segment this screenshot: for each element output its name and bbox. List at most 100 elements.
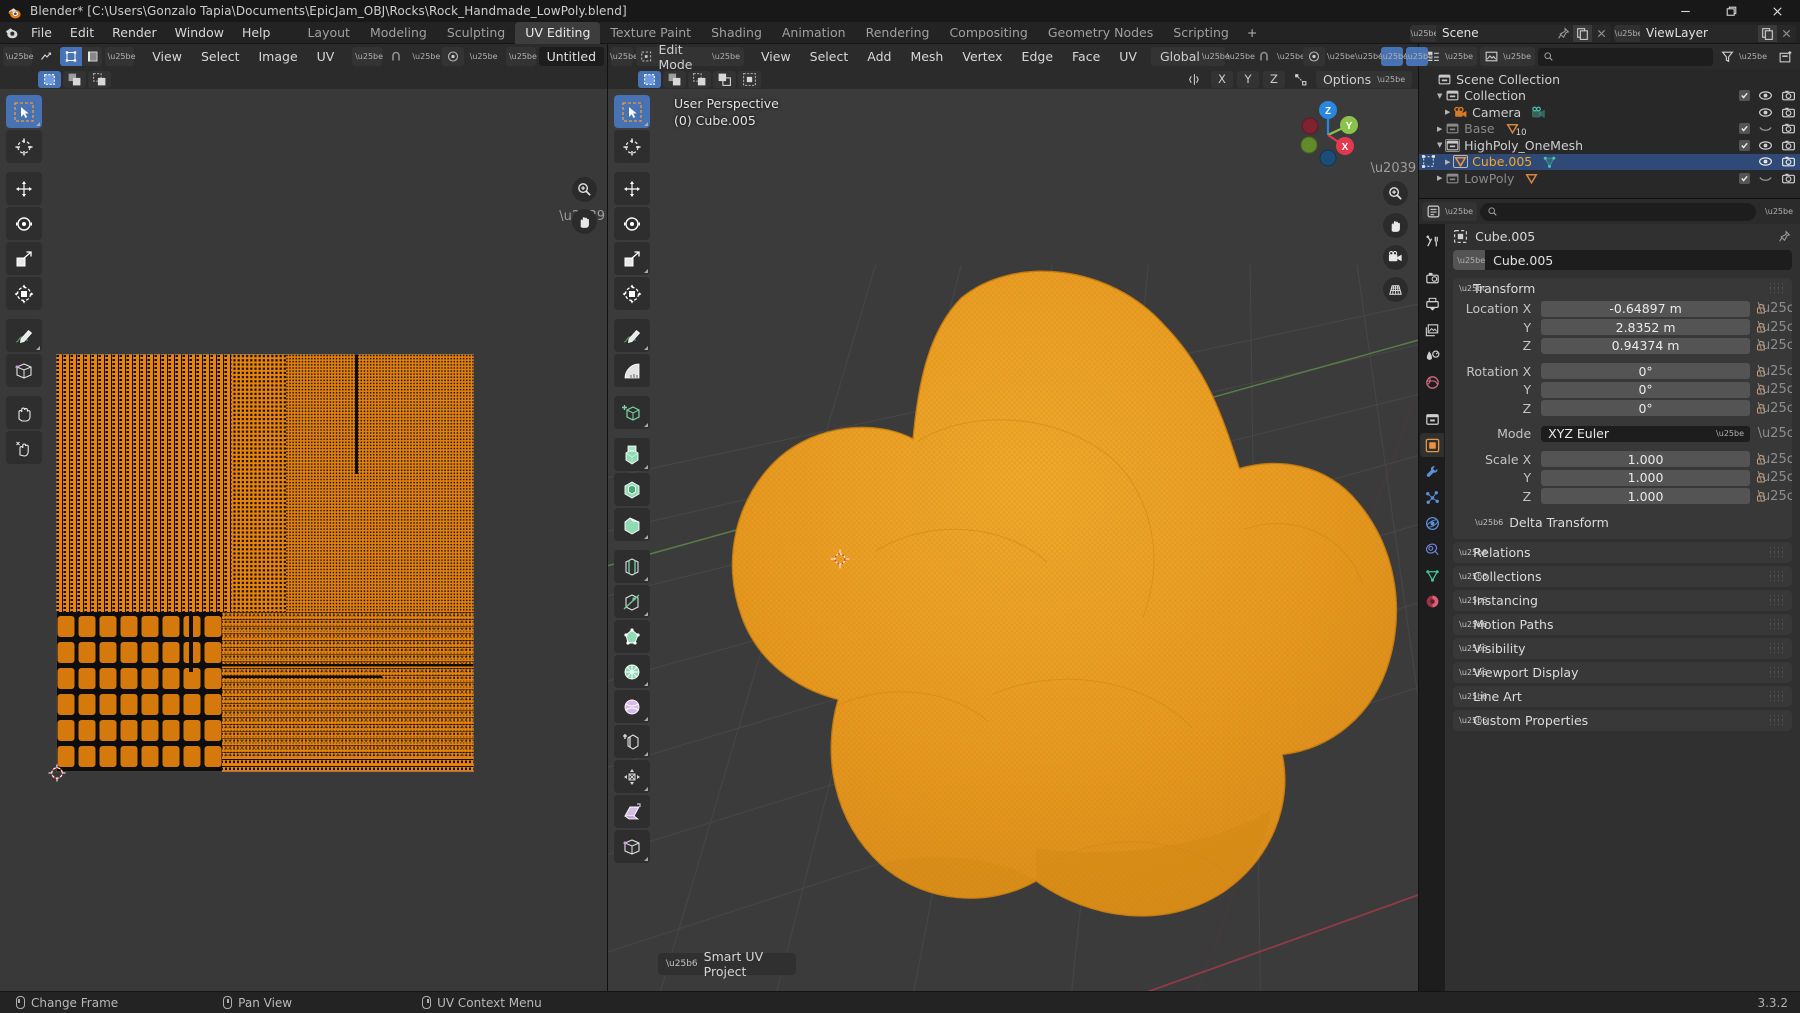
scene-icon[interactable]: \u25be — [1410, 24, 1438, 42]
viewport-axis-gizmo[interactable]: Z Y X — [1290, 97, 1366, 173]
uv-display-mode-icon[interactable] — [35, 47, 57, 66]
scene-selector[interactable]: \u25be Scene — [1410, 24, 1611, 42]
pin-scene-icon[interactable] — [1554, 25, 1573, 42]
outliner-display-mode-icon[interactable]: \u25be — [1480, 47, 1536, 66]
menu-help[interactable]: Help — [233, 23, 280, 43]
outliner-row-collection[interactable]: ▼ Collection — [1419, 88, 1800, 105]
workspace-tab-modeling[interactable]: Modeling — [360, 22, 437, 44]
disclosure-triangle[interactable]: ▼ — [1435, 92, 1444, 100]
eye-closed-icon[interactable] — [1758, 171, 1773, 186]
eye-closed-icon[interactable] — [1758, 121, 1773, 136]
viewport-toggle-perspective-gizmo[interactable] — [1383, 277, 1409, 302]
vp-set-selection-button[interactable] — [638, 70, 661, 88]
uv-menu-select[interactable]: Select — [193, 47, 248, 66]
vp-extend-selection-button[interactable] — [663, 70, 686, 88]
vp-tool-shrink-fatten[interactable] — [614, 760, 650, 793]
operator-panel[interactable]: \u25b6 Smart UV Project — [658, 949, 796, 979]
disclosure-triangle[interactable]: ▶ — [1443, 158, 1452, 166]
viewport-zoom-gizmo[interactable] — [1383, 181, 1409, 206]
rotation-y-field[interactable]: 0° — [1541, 381, 1750, 398]
properties-tab-material[interactable] — [1420, 589, 1444, 613]
properties-tab-physics[interactable] — [1420, 511, 1444, 535]
disclosure-triangle[interactable]: ▼ — [1435, 141, 1444, 149]
viewport-pan-gizmo[interactable] — [1383, 213, 1409, 238]
camera-render-icon[interactable] — [1781, 88, 1796, 103]
delta-transform-subpanel[interactable]: \u25b6 Delta Transform — [1461, 513, 1784, 532]
uv-vertex-select-button[interactable] — [60, 47, 83, 66]
viewlayer-icon[interactable]: \u25be — [1614, 24, 1642, 42]
workspace-tab-sculpting[interactable]: Sculpting — [437, 22, 515, 44]
uv-zoom-gizmo[interactable] — [572, 177, 597, 202]
properties-tab-collection[interactable] — [1420, 407, 1444, 431]
uv-tool-cursor[interactable] — [6, 130, 42, 163]
animate-property-icon[interactable]: \u25cf — [1758, 401, 1792, 416]
properties-tab-particles[interactable] — [1420, 485, 1444, 509]
rotation-x-field[interactable]: 0° — [1541, 363, 1750, 379]
vp-tool-smooth[interactable] — [614, 690, 650, 723]
interaction-mode-selector[interactable]: Edit Mode \u25be — [636, 42, 744, 72]
camera-render-icon[interactable] — [1781, 138, 1796, 153]
disclosure-triangle[interactable]: ▶ — [1443, 108, 1452, 116]
viewport-snap-target-icon[interactable]: \u25be — [1227, 47, 1255, 66]
animate-property-icon[interactable]: \u25cf — [1758, 338, 1792, 353]
properties-tab-modifier[interactable] — [1420, 459, 1444, 483]
uv-tool-scale[interactable] — [6, 242, 42, 275]
collections-panel[interactable]: \u25b6 Collections :::::::: — [1453, 566, 1792, 587]
pin-id-icon[interactable] — [1777, 229, 1792, 244]
vp-tool-edge-slide[interactable] — [614, 725, 650, 758]
add-workspace-button[interactable]: + — [1239, 22, 1265, 44]
uv-snap-target-icon[interactable]: \u25be — [410, 47, 440, 66]
menu-edit[interactable]: Edit — [61, 23, 103, 43]
relations-panel[interactable]: \u25b6 Relations :::::::: — [1453, 542, 1792, 563]
mirror-y-button[interactable]: Y — [1236, 70, 1259, 88]
uv-tool-annotate[interactable] — [6, 319, 42, 352]
uv-tool-relax-brush[interactable] — [6, 431, 42, 464]
motion-paths-panel[interactable]: \u25b6 Motion Paths :::::::: — [1453, 614, 1792, 635]
vp-tool-spin[interactable] — [614, 655, 650, 688]
instancing-panel[interactable]: \u25b6 Instancing :::::::: — [1453, 590, 1792, 611]
outliner-row-base[interactable]: ▶ Base 10 — [1419, 121, 1800, 138]
outliner-row-lowpoly[interactable]: ▶ LowPoly — [1419, 170, 1800, 187]
properties-tab-data[interactable] — [1420, 563, 1444, 587]
properties-tab-tool[interactable] — [1420, 229, 1444, 253]
maximize-button[interactable] — [1708, 0, 1754, 22]
properties-tab-scene[interactable] — [1420, 344, 1444, 368]
line-art-panel[interactable]: \u25b6 Line Art :::::::: — [1453, 686, 1792, 707]
vp-tool-annotate[interactable] — [614, 319, 650, 352]
exclude-checkbox[interactable] — [1739, 139, 1750, 151]
new-scene-button[interactable] — [1573, 24, 1592, 42]
viewport-snap-magnet-icon[interactable] — [1253, 47, 1275, 66]
viewlayer-name[interactable]: ViewLayer — [1640, 24, 1758, 42]
viewlayer-selector[interactable]: \u25be ViewLayer — [1614, 24, 1796, 42]
exclude-checkbox[interactable] — [1739, 90, 1750, 102]
vp-tool-rip-region[interactable] — [614, 830, 650, 863]
eye-icon[interactable] — [1758, 88, 1773, 103]
uv-tool-tweak[interactable] — [6, 95, 42, 128]
viewport-options-button[interactable]: Options \u25be — [1315, 70, 1413, 88]
close-button[interactable] — [1754, 0, 1800, 22]
camera-render-icon[interactable] — [1781, 105, 1796, 120]
uv-snap-magnet-icon[interactable] — [385, 47, 407, 66]
vp-subtract-selection-button[interactable] — [688, 70, 711, 88]
vp-tool-shear[interactable] — [614, 795, 650, 828]
viewport-menu-vertex[interactable]: Vertex — [954, 47, 1010, 66]
uv-canvas[interactable]: \u2039 — [0, 89, 607, 991]
mirror-z-button[interactable]: Z — [1262, 70, 1285, 88]
rotation-z-field[interactable]: 0° — [1541, 400, 1750, 416]
blender-menu-icon[interactable] — [0, 24, 22, 41]
viewport-camera-gizmo[interactable] — [1383, 245, 1409, 270]
uv-tool-grab-brush[interactable] — [6, 396, 42, 429]
exclude-checkbox[interactable] — [1739, 172, 1750, 184]
vp-tool-extrude-region[interactable] — [614, 438, 650, 471]
remove-scene-button[interactable] — [1592, 25, 1611, 42]
workspace-tab-texture-paint[interactable]: Texture Paint — [600, 22, 701, 44]
uv-tool-transform[interactable] — [6, 277, 42, 310]
camera-render-icon[interactable] — [1781, 171, 1796, 186]
mirror-x-button[interactable]: X — [1210, 70, 1233, 88]
eye-icon[interactable] — [1758, 154, 1773, 169]
location-z-field[interactable]: 0.94374 m — [1541, 337, 1750, 354]
animate-property-icon[interactable]: \u25cf — [1758, 470, 1792, 485]
outliner-filter-icon[interactable]: \u25be — [1716, 47, 1771, 66]
workspace-tab-rendering[interactable]: Rendering — [856, 22, 940, 44]
vp-tool-loop-cut[interactable] — [614, 550, 650, 583]
